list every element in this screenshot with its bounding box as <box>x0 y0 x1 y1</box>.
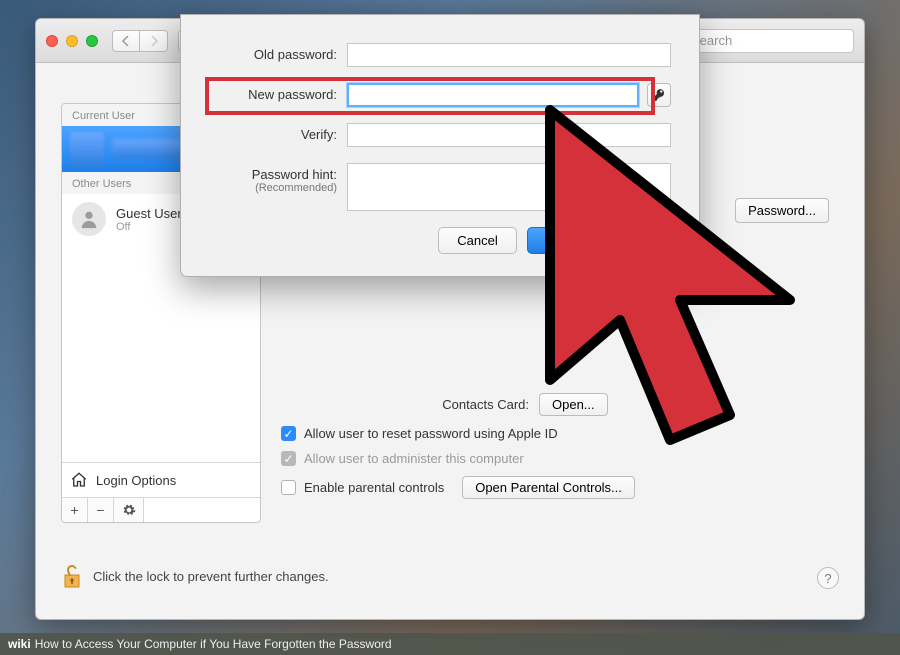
verify-password-field[interactable] <box>347 123 671 147</box>
cancel-button[interactable]: Cancel <box>438 227 516 254</box>
change-password-button[interactable]: Password... <box>735 198 829 223</box>
guest-avatar-icon <box>72 202 106 236</box>
allow-admin-checkbox <box>281 451 296 466</box>
options-block: Contacts Card: Open... Allow user to res… <box>281 393 839 509</box>
change-password-submit-button[interactable]: Change Password <box>527 227 671 254</box>
caption-bar: wiki How to Access Your Computer if You … <box>0 633 900 655</box>
login-options-button[interactable]: Login Options <box>62 462 260 497</box>
key-icon <box>652 88 666 102</box>
allow-admin-label: Allow user to administer this computer <box>304 451 524 466</box>
open-contacts-button[interactable]: Open... <box>539 393 608 416</box>
parental-controls-checkbox[interactable] <box>281 480 296 495</box>
verify-label: Verify: <box>209 123 347 142</box>
nav-buttons <box>112 30 168 52</box>
forward-button[interactable] <box>140 30 168 52</box>
open-parental-controls-button[interactable]: Open Parental Controls... <box>462 476 635 499</box>
caption-brand: wiki <box>8 637 31 651</box>
change-password-sheet: Old password: New password: Verify: Pass… <box>180 14 700 277</box>
help-icon: ? <box>824 571 831 586</box>
back-button[interactable] <box>112 30 140 52</box>
home-icon <box>70 471 88 489</box>
sidebar-actions-button[interactable] <box>114 498 144 522</box>
guest-status: Off <box>116 221 182 233</box>
add-user-button[interactable]: + <box>62 498 88 522</box>
parental-controls-label: Enable parental controls <box>304 480 444 495</box>
new-password-field[interactable] <box>347 83 639 107</box>
password-hint-field[interactable] <box>347 163 671 211</box>
help-button[interactable]: ? <box>817 567 839 589</box>
guest-label: Guest User <box>116 206 182 221</box>
gear-icon <box>122 503 136 517</box>
unlocked-lock-icon[interactable] <box>61 563 83 589</box>
hint-label: Password hint: (Recommended) <box>209 163 347 194</box>
minimize-icon[interactable] <box>66 35 78 47</box>
lock-text: Click the lock to prevent further change… <box>93 569 329 584</box>
zoom-icon[interactable] <box>86 35 98 47</box>
caption-text: How to Access Your Computer if You Have … <box>35 637 392 651</box>
login-options-label: Login Options <box>96 473 176 488</box>
sidebar-footer: + − <box>62 497 260 522</box>
avatar <box>70 132 104 166</box>
allow-reset-checkbox[interactable] <box>281 426 296 441</box>
remove-user-button[interactable]: − <box>88 498 114 522</box>
password-assistant-button[interactable] <box>647 83 671 107</box>
old-password-field[interactable] <box>347 43 671 67</box>
close-icon[interactable] <box>46 35 58 47</box>
window-controls <box>46 35 98 47</box>
allow-reset-label: Allow user to reset password using Apple… <box>304 426 558 441</box>
new-password-label: New password: <box>209 83 347 102</box>
lock-row: Click the lock to prevent further change… <box>61 563 839 589</box>
contacts-card-label: Contacts Card: <box>281 397 529 412</box>
old-password-label: Old password: <box>209 43 347 62</box>
